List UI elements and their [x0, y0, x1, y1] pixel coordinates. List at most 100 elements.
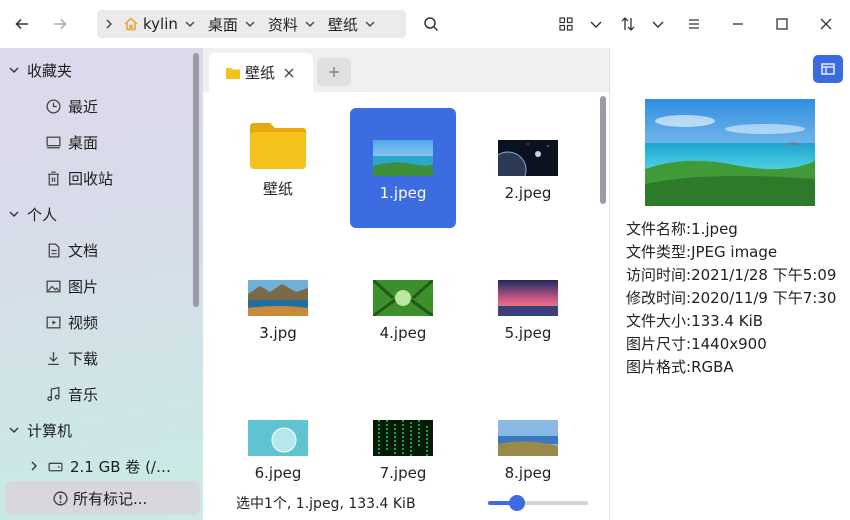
grid-view-icon — [559, 17, 573, 31]
search-button[interactable] — [417, 10, 445, 38]
chevron-down-icon[interactable] — [7, 207, 21, 221]
detail-value: RGBA — [691, 358, 734, 376]
file-name: 2.jpeg — [504, 184, 552, 202]
maximize-icon — [776, 18, 788, 30]
back-button[interactable] — [8, 10, 36, 38]
drive-icon — [48, 462, 63, 471]
detail-key: 图片尺寸: — [626, 335, 692, 353]
menu-button[interactable] — [680, 10, 708, 38]
chevron-right-icon[interactable] — [27, 459, 41, 473]
chevron-down-icon[interactable] — [364, 18, 376, 30]
video-icon — [46, 316, 61, 328]
sidebar-item-recent[interactable]: 最近 — [45, 89, 98, 123]
file-item[interactable]: 7.jpeg — [350, 388, 456, 508]
document-icon — [48, 242, 60, 258]
clock-icon — [46, 98, 61, 114]
maximize-button[interactable] — [768, 10, 796, 38]
sidebar-scrollbar[interactable] — [193, 53, 199, 307]
sidebar-item-label: 音乐 — [68, 385, 99, 404]
file-name: 3.jpg — [259, 324, 297, 342]
file-view-scrollbar[interactable] — [600, 96, 606, 204]
sidebar-item-pictures[interactable]: 图片 — [45, 269, 98, 303]
sidebar-item-label: 桌面 — [68, 133, 99, 152]
sidebar-item-trash[interactable]: 回收站 — [45, 161, 113, 195]
sidebar-section-computer[interactable]: 计算机 — [0, 413, 72, 447]
image-icon — [46, 280, 61, 292]
detail-value: 2021/1/28 下午5:09 — [691, 266, 837, 284]
sidebar-item-documents[interactable]: 文档 — [45, 233, 98, 267]
breadcrumb-label: kylin — [143, 15, 178, 33]
detail-key: 文件类型: — [626, 243, 692, 261]
chevron-down-icon[interactable] — [7, 63, 21, 77]
detail-key: 文件名称: — [626, 220, 692, 238]
detail-value: 1440x900 — [691, 335, 767, 353]
detail-row: 文件名称:1.jpeg — [626, 218, 738, 239]
sidebar-item-label: 2.1 GB 卷 (/… — [70, 457, 171, 476]
file-name: 6.jpeg — [254, 464, 302, 482]
sort-dropdown[interactable] — [644, 10, 672, 38]
detail-value: 1.jpeg — [691, 220, 738, 238]
close-icon[interactable] — [283, 67, 295, 79]
file-item[interactable]: 6.jpeg — [225, 388, 331, 508]
desktop-icon — [46, 136, 61, 148]
sidebar-panel-icon — [821, 63, 835, 75]
breadcrumb-item-kylin[interactable]: kylin — [115, 10, 204, 38]
detail-value: 2020/11/9 下午7:30 — [691, 289, 837, 307]
view-mode-button[interactable] — [552, 10, 580, 38]
details-panel-toggle[interactable] — [813, 55, 843, 83]
detail-key: 图片格式: — [626, 358, 692, 376]
file-item[interactable]: 5.jpeg — [475, 248, 581, 368]
sidebar-item-label: 视频 — [68, 313, 99, 332]
detail-row: 文件类型:JPEG image — [626, 241, 777, 262]
sidebar-item-all-tags[interactable]: 所有标记... — [52, 481, 147, 515]
file-item-folder[interactable]: 壁纸 — [225, 108, 331, 228]
zoom-slider-handle[interactable] — [509, 495, 525, 511]
chevron-down-icon[interactable] — [304, 18, 316, 30]
breadcrumb-label: 桌面 — [207, 15, 238, 34]
search-icon — [424, 17, 439, 32]
sidebar-section-favorites[interactable]: 收藏夹 — [0, 53, 72, 87]
detail-row: 修改时间:2020/11/9 下午7:30 — [626, 287, 836, 308]
chevron-right-icon[interactable] — [103, 18, 115, 30]
file-item[interactable]: 8.jpeg — [475, 388, 581, 508]
file-item[interactable]: 2.jpeg — [475, 108, 581, 228]
new-tab-button[interactable] — [317, 58, 351, 86]
sort-icon — [621, 17, 635, 31]
chevron-down-icon[interactable] — [7, 423, 21, 437]
file-item[interactable]: 3.jpg — [225, 248, 331, 368]
breadcrumb-item-desktop[interactable]: 桌面 — [204, 10, 264, 38]
sidebar-item-videos[interactable]: 视频 — [45, 305, 98, 339]
detail-key: 访问时间: — [626, 266, 692, 284]
sidebar-item-desktop[interactable]: 桌面 — [45, 125, 98, 159]
sidebar-item-downloads[interactable]: 下载 — [45, 341, 98, 375]
tab-wallpaper[interactable]: 壁纸 — [209, 53, 313, 92]
detail-value: JPEG image — [691, 243, 778, 261]
breadcrumb-item-docs[interactable]: 资料 — [264, 10, 324, 38]
view-mode-dropdown[interactable] — [582, 10, 610, 38]
coast-thumbnail — [498, 420, 558, 456]
detail-key: 文件大小: — [626, 312, 692, 330]
chevron-down-icon[interactable] — [184, 18, 196, 30]
sidebar-item-label: 最近 — [68, 97, 99, 116]
home-icon — [124, 17, 138, 31]
sidebar-item-label: 下载 — [68, 349, 99, 368]
forward-button[interactable] — [46, 10, 74, 38]
close-button[interactable] — [812, 10, 840, 38]
breadcrumb-label: 资料 — [267, 15, 298, 34]
file-item-selected[interactable]: 1.jpeg — [350, 108, 456, 228]
breadcrumb-item-wallpaper[interactable]: 壁纸 — [324, 10, 384, 38]
detail-key: 修改时间: — [626, 289, 692, 307]
chevron-down-icon[interactable] — [244, 18, 256, 30]
forest-thumbnail — [373, 280, 433, 316]
sidebar-item-music[interactable]: 音乐 — [45, 377, 98, 411]
file-name: 8.jpeg — [504, 464, 552, 482]
detail-row: 文件大小:133.4 KiB — [626, 310, 763, 331]
sort-button[interactable] — [614, 10, 642, 38]
file-item[interactable]: 4.jpeg — [350, 248, 456, 368]
minimize-button[interactable] — [724, 10, 752, 38]
plus-icon — [329, 67, 339, 77]
sidebar-section-label: 计算机 — [27, 421, 73, 440]
sidebar-section-personal[interactable]: 个人 — [0, 197, 57, 231]
sidebar-item-volume[interactable]: 2.1 GB 卷 (/… — [24, 449, 171, 483]
close-icon — [820, 18, 832, 30]
